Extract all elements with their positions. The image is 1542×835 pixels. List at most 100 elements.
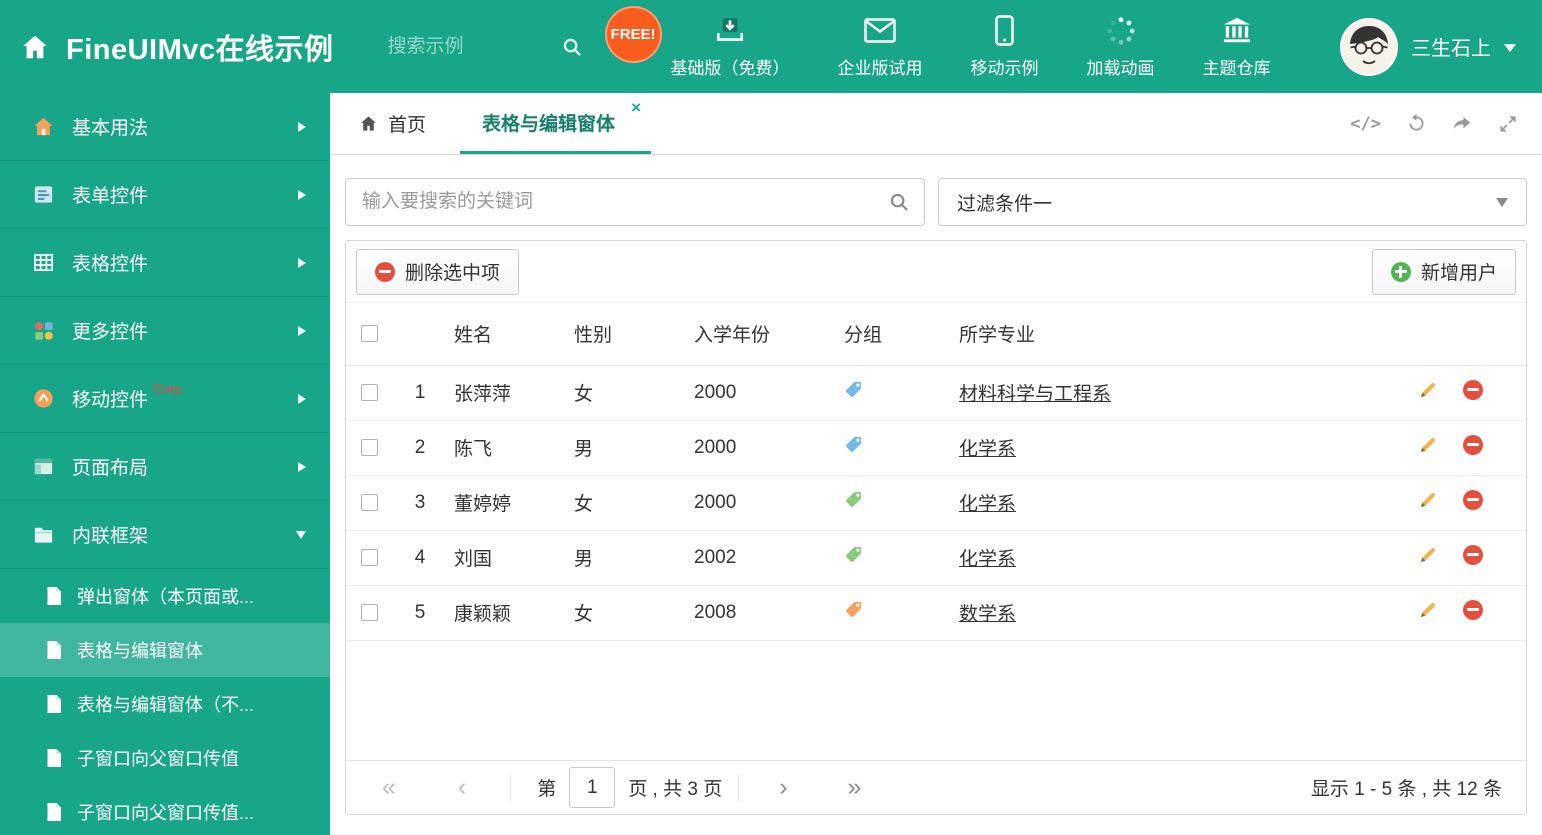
column-header-year[interactable]: 入学年份 (680, 303, 830, 365)
home-icon (359, 114, 378, 133)
row-number: 4 (414, 546, 426, 568)
app-title: FineUIMvc在线示例 (66, 33, 334, 66)
code-icon[interactable]: </> (1350, 114, 1381, 134)
table-row: 5 康颖颖 女 2008 数学系 (346, 585, 1526, 640)
share-icon[interactable] (1452, 113, 1473, 134)
file-icon (46, 748, 62, 768)
nav-basic-edition[interactable]: FREE! 基础版（免费） (604, 5, 790, 79)
filter-dropdown[interactable]: 过滤条件一 (938, 178, 1527, 226)
edit-icon[interactable] (1418, 545, 1438, 565)
form-icon (30, 183, 56, 206)
select-all-checkbox[interactable] (361, 325, 378, 343)
row-checkbox[interactable] (361, 493, 378, 511)
edit-icon[interactable] (1418, 490, 1438, 510)
sidebar-subitem-child-to-parent[interactable]: 子窗口向父窗口传值 (0, 731, 330, 785)
row-checkbox[interactable] (361, 438, 378, 456)
top-search (385, 34, 583, 59)
nav-loading-animation[interactable]: 加载动画 (1087, 15, 1155, 79)
delete-selected-button[interactable]: 删除选中项 (356, 248, 520, 295)
sidebar-subitem-grid-edit-window[interactable]: 表格与编辑窗体 (0, 623, 330, 677)
row-number: 2 (414, 436, 426, 458)
search-icon[interactable] (888, 191, 910, 213)
delete-icon[interactable] (1462, 544, 1483, 565)
column-header-group[interactable]: 分组 (830, 303, 945, 365)
expand-icon[interactable] (1498, 114, 1518, 134)
last-page-button[interactable]: » (848, 775, 862, 800)
file-icon (46, 586, 62, 606)
folder-icon (30, 523, 56, 546)
add-user-button[interactable]: 新增用户 (1371, 248, 1516, 295)
page-label-suffix: 页 , 共 3 页 (628, 779, 723, 800)
sidebar-item-label: 表格控件 (72, 254, 149, 275)
refresh-icon[interactable] (1406, 113, 1427, 134)
pagination-summary: 显示 1 - 5 条 , 共 12 条 (1310, 779, 1502, 800)
chevron-right-icon (298, 393, 306, 404)
nav-mobile-demo[interactable]: 移动示例 (971, 15, 1039, 79)
cell-year: 2000 (694, 381, 737, 403)
sidebar-item-more-controls[interactable]: 更多控件 (0, 297, 330, 365)
tab-home[interactable]: 首页 (345, 93, 440, 154)
sidebar-subitem-grid-edit-window-2[interactable]: 表格与编辑窗体（不... (0, 677, 330, 731)
edit-icon[interactable] (1418, 435, 1438, 455)
row-checkbox[interactable] (361, 548, 378, 566)
sidebar-item-page-layout[interactable]: 页面布局 (0, 433, 330, 501)
sidebar-subitem-popup-window[interactable]: 弹出窗体（本页面或... (0, 569, 330, 623)
sidebar-item-basic-usage[interactable]: 基本用法 (0, 93, 330, 161)
bank-icon (1221, 15, 1253, 47)
delete-icon[interactable] (1462, 489, 1483, 510)
sidebar-item-label: 移动控件 (72, 390, 149, 411)
edit-icon[interactable] (1418, 380, 1438, 400)
keyword-search-input[interactable] (360, 190, 888, 214)
sidebar-item-form-controls[interactable]: 表单控件 (0, 161, 330, 229)
row-checkbox[interactable] (361, 383, 378, 401)
nav-enterprise-trial[interactable]: 企业版试用 (838, 15, 923, 79)
tag-icon (844, 435, 863, 454)
tab-toolbar: </> (1350, 93, 1518, 154)
sidebar-item-inline-frame[interactable]: 内联框架 (0, 501, 330, 569)
mobile-circle-icon (30, 387, 56, 410)
top-search-input[interactable] (385, 34, 551, 59)
cell-gender: 女 (574, 384, 594, 405)
next-page-button[interactable]: › (779, 775, 787, 800)
button-label: 删除选中项 (405, 263, 501, 284)
delete-icon[interactable] (1462, 434, 1483, 455)
nav-theme-repo[interactable]: 主题仓库 (1203, 15, 1271, 79)
major-link[interactable]: 材料科学与工程系 (959, 384, 1111, 405)
first-page-button[interactable]: « (382, 775, 396, 800)
delete-icon[interactable] (1462, 379, 1483, 400)
sidebar-subitem-child-to-parent-2[interactable]: 子窗口向父窗口传值... (0, 785, 330, 835)
user-menu[interactable]: 三生石上 (1340, 17, 1516, 76)
cell-year: 2008 (694, 601, 737, 623)
page-number-input[interactable]: 1 (569, 767, 616, 808)
brand[interactable]: FineUIMvc在线示例 (0, 26, 334, 68)
edit-icon[interactable] (1418, 600, 1438, 620)
cell-name: 康颖颖 (454, 604, 512, 625)
file-icon (46, 802, 62, 822)
major-link[interactable]: 化学系 (959, 549, 1016, 570)
cell-year: 2000 (694, 436, 737, 458)
table-row: 3 董婷婷 女 2000 化学系 (346, 475, 1526, 530)
row-checkbox[interactable] (361, 603, 378, 621)
delete-icon[interactable] (1462, 599, 1483, 620)
sidebar-item-grid-controls[interactable]: 表格控件 (0, 229, 330, 297)
column-header-major[interactable]: 所学专业 (945, 303, 1405, 365)
major-link[interactable]: 数学系 (959, 604, 1016, 625)
chevron-right-icon (298, 257, 306, 268)
sidebar-item-label: 表单控件 (72, 186, 149, 207)
nav-label: 基础版（免费） (670, 58, 790, 78)
major-link[interactable]: 化学系 (959, 494, 1016, 515)
column-header-gender[interactable]: 性别 (560, 303, 680, 365)
prev-page-button[interactable]: ‹ (458, 775, 466, 800)
major-link[interactable]: 化学系 (959, 439, 1016, 460)
close-icon[interactable]: × (631, 99, 641, 116)
sidebar-item-mobile-controls[interactable]: 移动控件 Corp. (0, 365, 330, 433)
column-header-name[interactable]: 姓名 (440, 303, 560, 365)
page-label-prefix: 第 (537, 779, 557, 800)
chevron-down-icon (1496, 197, 1508, 207)
file-icon (46, 694, 62, 714)
layout-icon (30, 455, 56, 478)
search-icon[interactable] (561, 36, 583, 58)
home-icon[interactable] (20, 32, 50, 62)
corp-badge: Corp. (153, 381, 185, 396)
tab-grid-edit-window[interactable]: 表格与编辑窗体 × (460, 93, 652, 154)
